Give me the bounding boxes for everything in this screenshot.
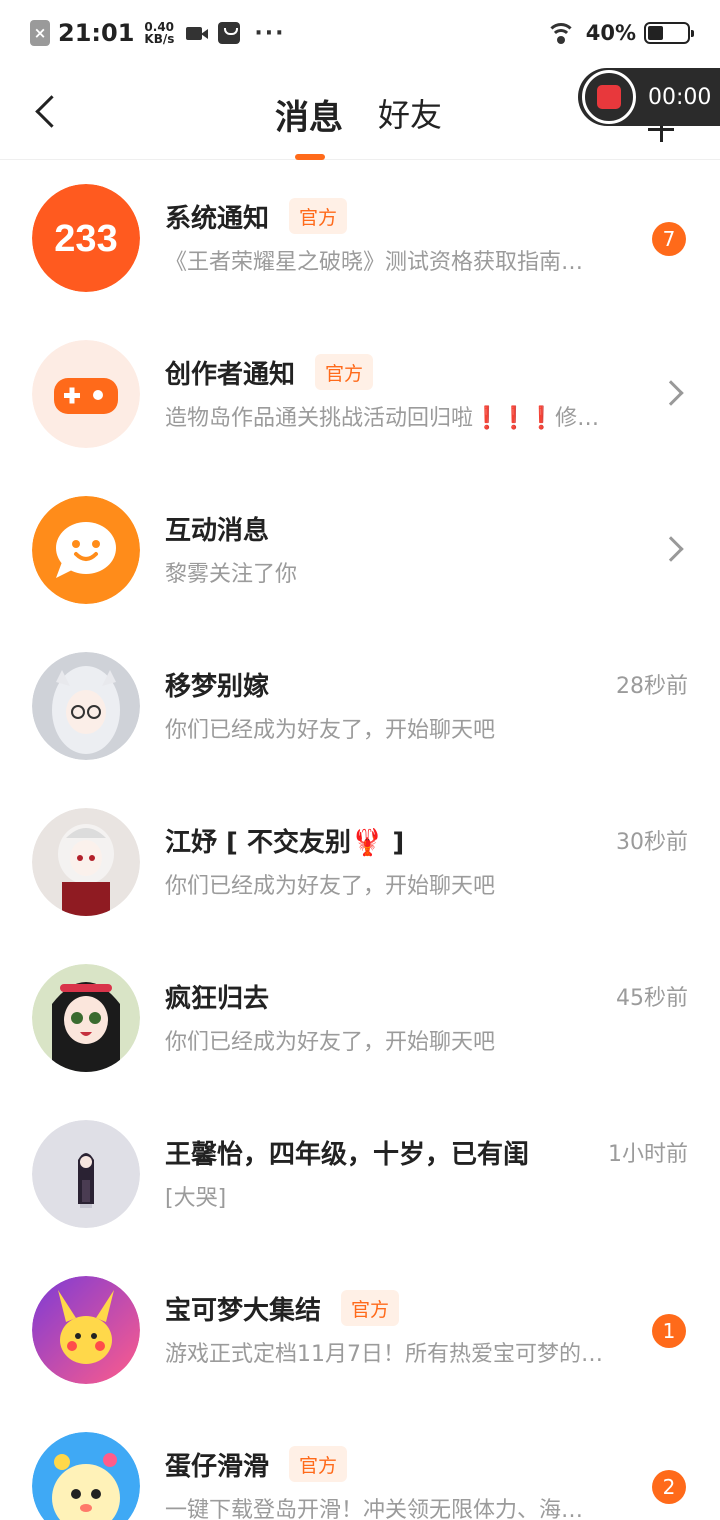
message-preview: 黎雾关注了你 xyxy=(165,562,298,587)
list-item-interaction[interactable]: 互动消息 黎雾关注了你 xyxy=(0,472,720,628)
contact-name: 移梦别嫁 xyxy=(165,671,270,702)
message-preview: [大哭] xyxy=(165,1186,227,1211)
chevron-right-icon xyxy=(658,380,684,406)
message-time: 1小时前 xyxy=(608,1142,688,1167)
message-time: 30秒前 xyxy=(616,830,688,855)
chat-bubble-icon xyxy=(32,496,140,604)
message-preview: 你们已经成为好友了，开始聊天吧 xyxy=(165,718,496,743)
list-item-system-notice[interactable]: 233 系统通知 官方 《王者荣耀星之破晓》测试资格获取指南… 7 xyxy=(0,160,720,316)
message-preview: 你们已经成为好友了，开始聊天吧 xyxy=(165,1030,496,1055)
more-notifications-icon: ··· xyxy=(254,20,286,46)
network-speed: 0.40 KB/s xyxy=(144,21,174,45)
svg-text:233: 233 xyxy=(54,218,117,260)
back-arrow-icon[interactable] xyxy=(32,94,62,130)
message-time: 45秒前 xyxy=(616,986,688,1011)
unread-count-badge: 1 xyxy=(652,1314,686,1348)
sim-off-icon: × xyxy=(30,20,50,46)
message-preview: 一键下载登岛开滑！冲关领无限体力、海… xyxy=(165,1498,584,1520)
stop-icon xyxy=(597,85,621,109)
network-speed-unit: KB/s xyxy=(144,32,175,46)
233-logo-icon: 233 xyxy=(32,184,140,292)
message-time: 28秒前 xyxy=(616,674,688,699)
contact-name: 互动消息 xyxy=(165,515,270,546)
battery-icon xyxy=(644,22,694,44)
contact-name: 系统通知 xyxy=(165,203,270,234)
contact-name: 蛋仔滑滑 xyxy=(165,1451,270,1482)
list-item-chat[interactable]: 王馨怡，四年级，十岁，已有闺 [大哭] 1小时前 xyxy=(0,1096,720,1252)
list-item-chat[interactable]: 移梦别嫁 你们已经成为好友了，开始聊天吧 28秒前 xyxy=(0,628,720,784)
anime-avatar-icon xyxy=(32,808,140,916)
message-list: 233 系统通知 官方 《王者荣耀星之破晓》测试资格获取指南… 7 创作者通知 … xyxy=(0,160,720,1520)
record-timer: 00:00 xyxy=(648,84,712,110)
message-preview: 《王者荣耀星之破晓》测试资格获取指南… xyxy=(165,250,584,275)
contact-name: 宝可梦大集结 xyxy=(165,1295,322,1326)
anime-avatar-icon xyxy=(32,1120,140,1228)
list-item-chat[interactable]: 疯狂归去 你们已经成为好友了，开始聊天吧 45秒前 xyxy=(0,940,720,1096)
tab-friends[interactable]: 好友 xyxy=(378,90,442,136)
battery-percent: 40% xyxy=(585,21,636,45)
message-preview: 游戏正式定档11月7日！所有热爱宝可梦的… xyxy=(165,1342,603,1367)
official-badge: 官方 xyxy=(341,1290,400,1326)
official-badge: 官方 xyxy=(289,198,348,234)
list-item-eggy[interactable]: 蛋仔滑滑 官方 一键下载登岛开滑！冲关领无限体力、海… 2 xyxy=(0,1408,720,1520)
contact-name: 疯狂归去 xyxy=(165,983,270,1014)
tab-messages[interactable]: 消息 xyxy=(275,90,343,139)
list-item-pokemon[interactable]: 宝可梦大集结 官方 游戏正式定档11月7日！所有热爱宝可梦的… 1 xyxy=(0,1252,720,1408)
status-bar: × 21:01 0.40 KB/s ··· 40% xyxy=(0,0,720,64)
anime-avatar-icon xyxy=(32,652,140,760)
gamepad-icon xyxy=(32,340,140,448)
wifi-icon xyxy=(545,22,576,44)
message-preview: 你们已经成为好友了，开始聊天吧 xyxy=(165,874,496,899)
contact-name: 王馨怡，四年级，十岁，已有闺 xyxy=(165,1139,530,1170)
official-badge: 官方 xyxy=(289,1446,348,1482)
stop-record-button[interactable] xyxy=(582,70,636,124)
contact-name: 江妤 [ 不交友别🦞 ] xyxy=(165,827,405,858)
message-preview: 造物岛作品通关挑战活动回归啦❗❗❗修… xyxy=(165,406,600,431)
list-item-creator-notice[interactable]: 创作者通知 官方 造物岛作品通关挑战活动回归啦❗❗❗修… xyxy=(0,316,720,472)
official-badge: 官方 xyxy=(315,354,374,390)
anime-avatar-icon xyxy=(32,964,140,1072)
status-time: 21:01 xyxy=(58,19,135,47)
list-item-chat[interactable]: 江妤 [ 不交友别🦞 ] 你们已经成为好友了，开始聊天吧 30秒前 xyxy=(0,784,720,940)
eggy-icon xyxy=(32,1432,140,1520)
unread-count-badge: 7 xyxy=(652,222,686,256)
shopping-bag-icon xyxy=(218,22,241,44)
contact-name: 创作者通知 xyxy=(165,359,296,390)
screen-recorder-pill[interactable]: 00:00 xyxy=(578,68,720,126)
pikachu-icon xyxy=(32,1276,140,1384)
video-camera-icon xyxy=(186,25,210,41)
chevron-right-icon xyxy=(658,536,684,562)
unread-count-badge: 2 xyxy=(652,1470,686,1504)
